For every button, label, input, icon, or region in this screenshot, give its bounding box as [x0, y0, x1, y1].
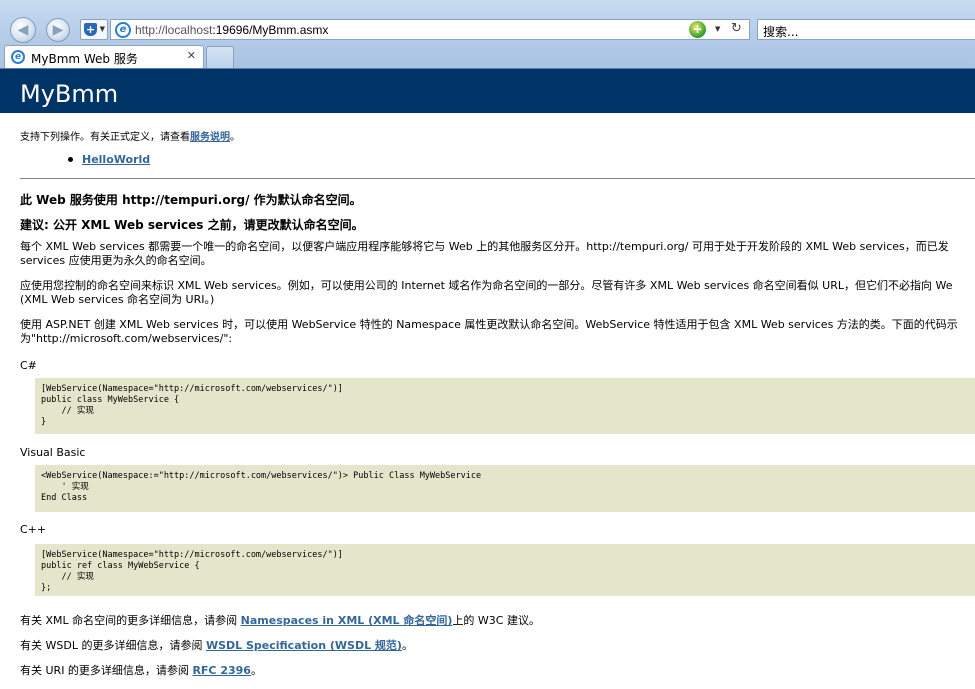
paragraph-line: (XML Web services 命名空间为 URI。) [20, 293, 215, 306]
browser-chrome: ◀ ▶ + ▼ e http://localhost:19696/MyBmm.a… [0, 0, 975, 68]
browser-tab-active[interactable]: e MyBmm Web 服务 ✕ [4, 45, 204, 68]
footer-note: 有关 URI 的更多详细信息，请参阅 RFC 2396。 [20, 662, 262, 678]
paragraph-line: 应使用您控制的命名空间来标识 XML Web services。例如，可以使用公… [20, 279, 953, 292]
list-item: HelloWorld [68, 153, 150, 166]
intro-text: 支持下列操作。有关正式定义，请查看服务说明。 [20, 128, 240, 143]
recommendation-heading: 建议: 公开 XML Web services 之前，请更改默认命名空间。 [20, 218, 364, 232]
back-button[interactable]: ◀ [10, 17, 36, 43]
tab-title: MyBmm Web 服务 [31, 52, 138, 66]
favorites-shield-icon: + [84, 23, 97, 36]
forward-button[interactable]: ▶ [46, 18, 70, 42]
code-sample: [WebService(Namespace="http://microsoft.… [35, 544, 975, 596]
code-language-label: C++ [20, 523, 47, 536]
new-tab-button[interactable] [206, 46, 234, 68]
footer-end: 。 [401, 639, 413, 652]
page-icon: e [115, 22, 131, 38]
operation-link-helloworld[interactable]: HelloWorld [82, 153, 150, 166]
forward-arrow-icon: ▶ [52, 22, 64, 38]
paragraph-line: 每个 XML Web services 都需要一个唯一的命名空间，以便客户端应用… [20, 240, 949, 253]
service-description-link[interactable]: 服务说明 [190, 132, 230, 143]
intro-label: 支持下列操作。有关正式定义，请查看 [20, 132, 190, 143]
namespace-heading: 此 Web 服务使用 http://tempuri.org/ 作为默认命名空间。 [20, 193, 362, 207]
address-url-rest: :19696/MyBmm.asmx [212, 23, 329, 37]
tab-page-icon: e [11, 50, 25, 64]
code-sample: <WebService(Namespace:="http://microsoft… [35, 465, 975, 512]
code-language-label: Visual Basic [20, 446, 86, 459]
favorites-button[interactable]: + ▼ [80, 19, 108, 40]
footer-text: 有关 URI 的更多详细信息，请参阅 [20, 664, 193, 677]
search-input[interactable]: 搜索... [757, 19, 975, 40]
footer-text: 有关 WSDL 的更多详细信息，请参阅 [20, 639, 206, 652]
wsdl-specification-link[interactable]: WSDL Specification (WSDL 规范) [206, 639, 402, 652]
operations-list: HelloWorld [68, 153, 150, 166]
address-dropdown-icon[interactable]: ▼ [715, 25, 720, 33]
address-url-prefix: http://localhost [135, 23, 213, 37]
compatibility-view-icon[interactable]: + [689, 21, 706, 38]
page-title: MyBmm [20, 80, 119, 108]
refresh-icon[interactable]: ↻ [731, 21, 742, 36]
search-placeholder: 搜索... [763, 25, 799, 39]
bullet-icon [68, 157, 73, 162]
footer-end: 。 [250, 664, 262, 677]
footer-note: 有关 WSDL 的更多详细信息，请参阅 WSDL Specification (… [20, 637, 413, 653]
address-bar[interactable]: e http://localhost:19696/MyBmm.asmx + ▼ … [110, 19, 750, 40]
back-arrow-icon: ◀ [17, 22, 29, 38]
rfc-2396-link[interactable]: RFC 2396 [192, 664, 251, 677]
paragraph-line: services 应使用更为永久的命名空间。 [20, 254, 212, 267]
address-url[interactable]: http://localhost:19696/MyBmm.asmx [135, 23, 328, 37]
code-sample: [WebService(Namespace="http://microsoft.… [35, 378, 975, 434]
footer-end: 上的 W3C 建议。 [452, 614, 540, 627]
footer-text: 有关 XML 命名空间的更多详细信息，请参阅 [20, 614, 241, 627]
chevron-down-icon: ▼ [99, 25, 105, 33]
divider [20, 178, 975, 179]
paragraph-line: 为"http://microsoft.com/webservices/": [20, 332, 233, 345]
intro-end: 。 [230, 132, 240, 143]
footer-note: 有关 XML 命名空间的更多详细信息，请参阅 Namespaces in XML… [20, 612, 540, 628]
paragraph-line: 使用 ASP.NET 创建 XML Web services 时，可以使用 We… [20, 318, 958, 331]
code-language-label: C# [20, 359, 37, 372]
namespaces-in-xml-link[interactable]: Namespaces in XML (XML 命名空间) [241, 614, 453, 627]
service-heading-bar: MyBmm [0, 68, 975, 113]
tab-close-icon[interactable]: ✕ [187, 49, 196, 62]
